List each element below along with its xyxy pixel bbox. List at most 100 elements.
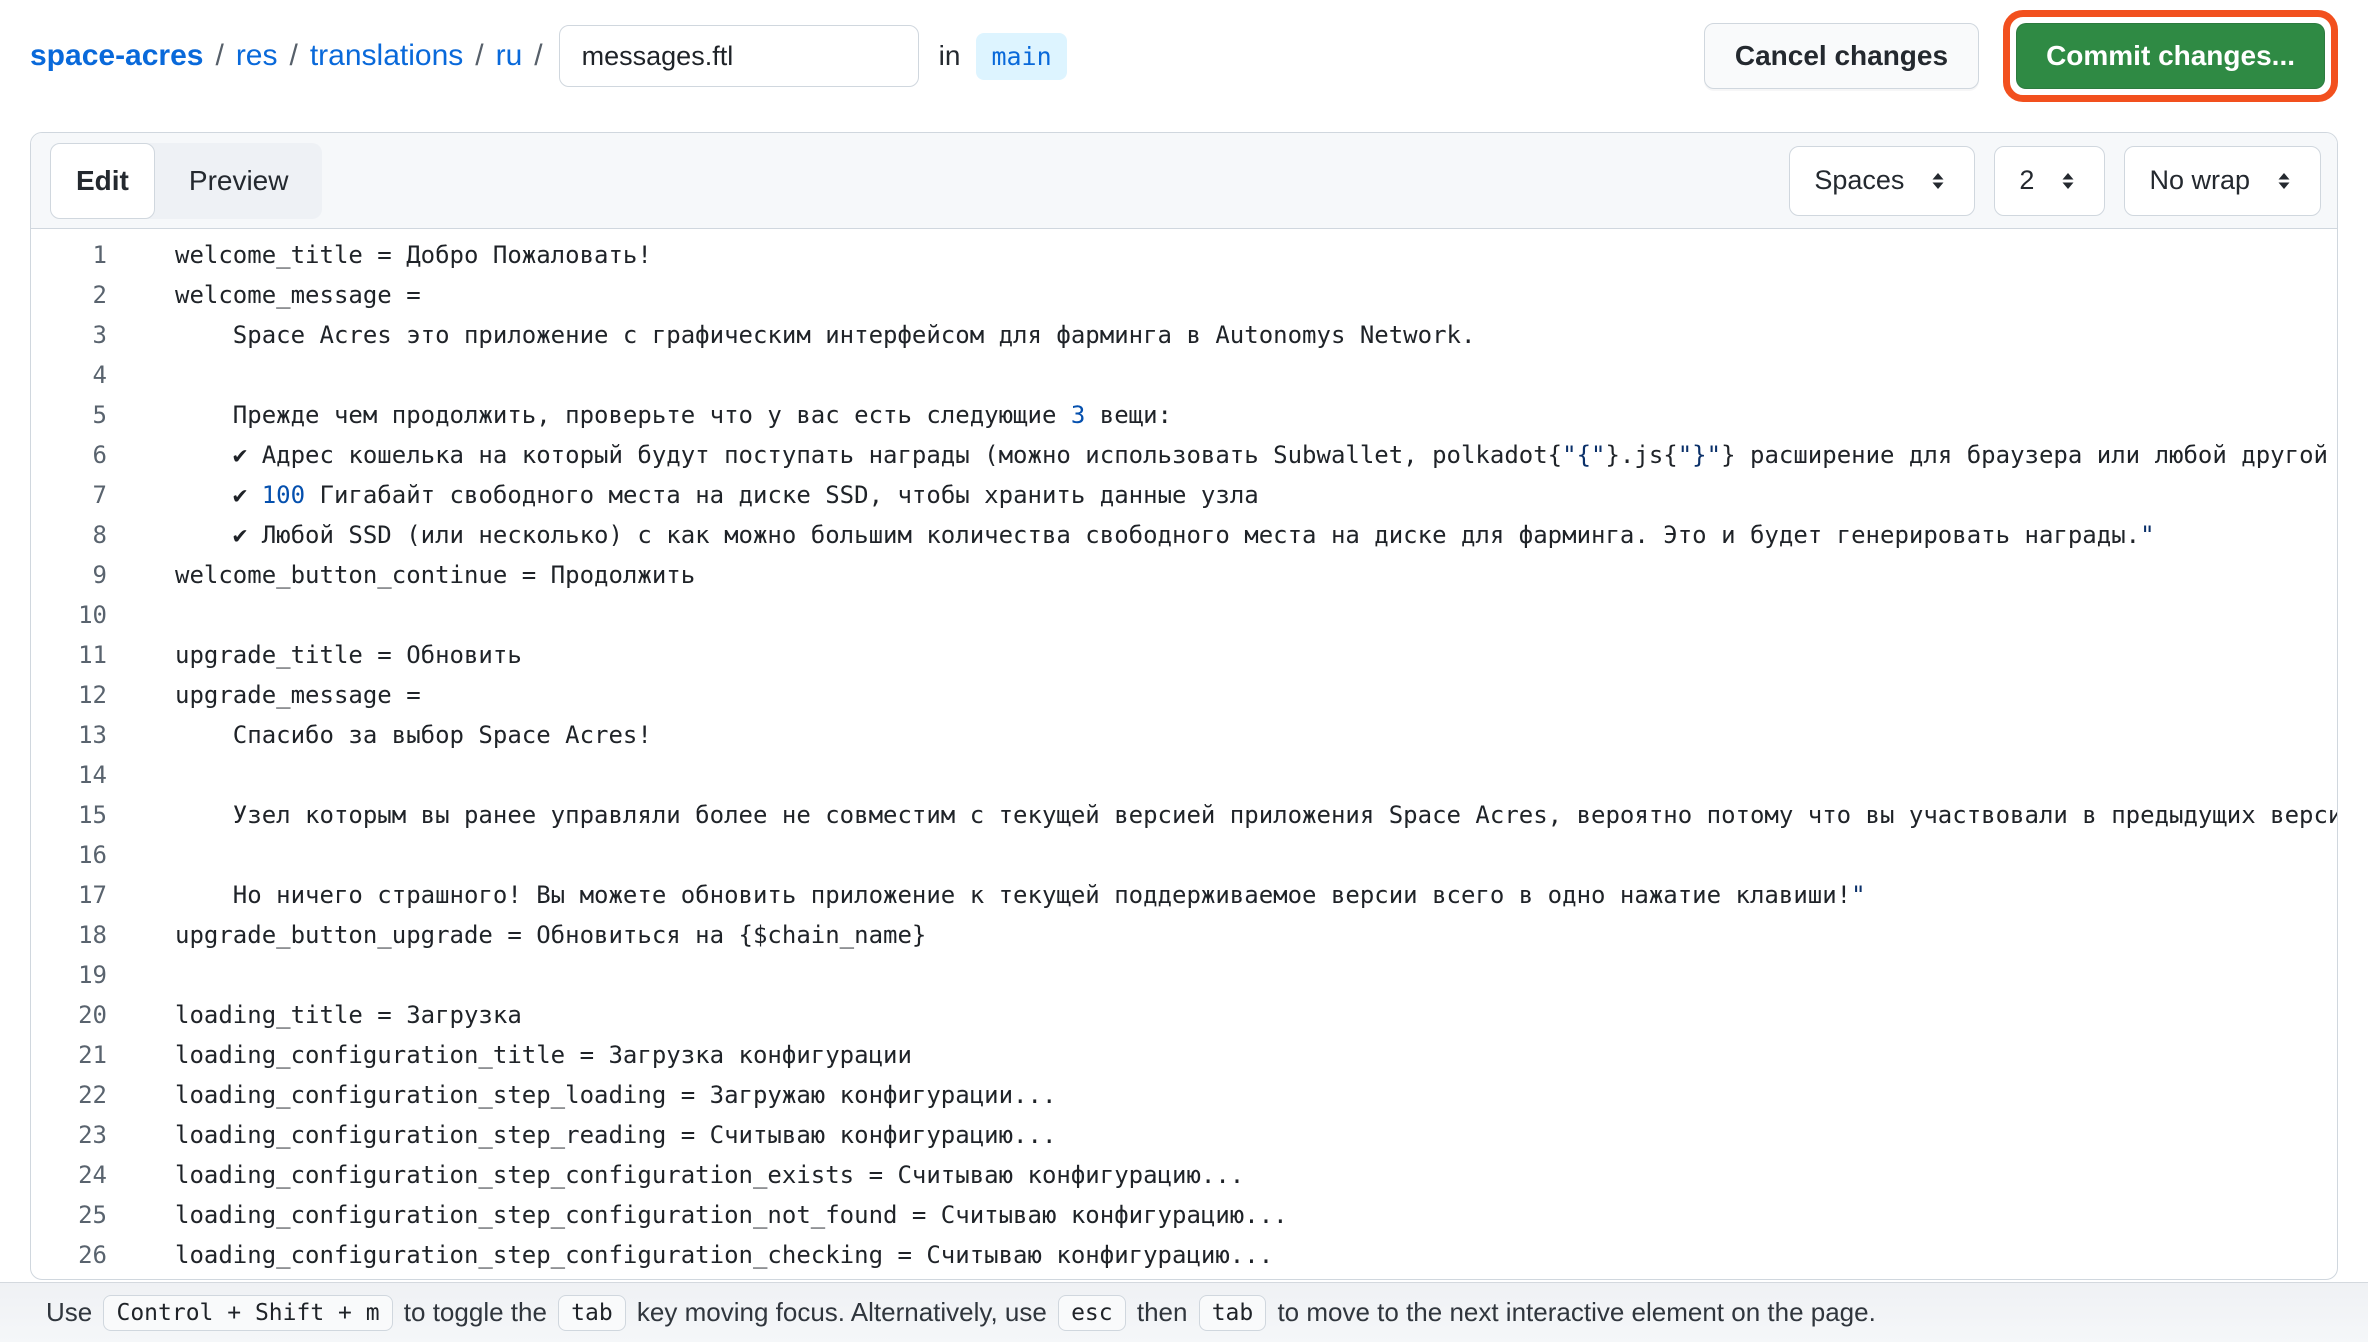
keyboard-shortcut-chip: Control + Shift + m <box>103 1295 392 1331</box>
line-number: 8 <box>31 515 107 555</box>
code-line: 23loading_configuration_step_reading = С… <box>31 1115 2337 1155</box>
code-line: 11upgrade_title = Обновить <box>31 635 2337 675</box>
indent-size-select[interactable]: 2 <box>1994 146 2105 216</box>
wrap-mode-select[interactable]: No wrap <box>2124 146 2321 216</box>
indent-mode-value: Spaces <box>1814 165 1904 196</box>
code-line-text[interactable]: Прежде чем продолжить, проверьте что у в… <box>107 395 2337 435</box>
code-line: 19 <box>31 955 2337 995</box>
code-line: 6 ✔ Адрес кошелька на который будут пост… <box>31 435 2337 475</box>
keyboard-shortcut-chip: esc <box>1058 1295 1126 1331</box>
code-line-text[interactable]: loading_configuration_step_configuration… <box>107 1195 2337 1235</box>
code-line-text[interactable]: loading_configuration_step_configuration… <box>107 1155 2337 1195</box>
chevron-up-down-icon <box>2272 169 2296 193</box>
code-line-text[interactable]: upgrade_message = <box>107 675 2337 715</box>
breadcrumb: space-acres/res/translations/ru/ <box>30 39 555 73</box>
code-line-text[interactable]: Space Acres это приложение с графическим… <box>107 315 2337 355</box>
code-line-text[interactable]: ✔ Адрес кошелька на который будут поступ… <box>107 435 2337 475</box>
cancel-changes-button[interactable]: Cancel changes <box>1704 23 1979 89</box>
code-line-text[interactable] <box>107 355 2337 395</box>
code-line: 14 <box>31 755 2337 795</box>
code-line: 24loading_configuration_step_configurati… <box>31 1155 2337 1195</box>
line-number: 6 <box>31 435 107 475</box>
line-number: 1 <box>31 235 107 275</box>
code-line-text[interactable]: welcome_message = <box>107 275 2337 315</box>
commit-changes-button[interactable]: Commit changes... <box>2016 23 2325 89</box>
breadcrumb-separator: / <box>463 39 495 73</box>
code-line: 5 Прежде чем продолжить, проверьте что у… <box>31 395 2337 435</box>
code-line: 15 Узел которым вы ранее управляли более… <box>31 795 2337 835</box>
keyboard-shortcut-chip: tab <box>1199 1295 1267 1331</box>
line-number: 24 <box>31 1155 107 1195</box>
code-line-text[interactable]: welcome_title = Добро Пожаловать! <box>107 235 2337 275</box>
code-line-text[interactable]: loading_configuration_step_reading = Счи… <box>107 1115 2337 1155</box>
code-line-text[interactable]: Спасибо за выбор Space Acres! <box>107 715 2337 755</box>
footer-text: key moving focus. Alternatively, use <box>630 1297 1054 1328</box>
code-line-text[interactable] <box>107 955 2337 995</box>
code-line-text[interactable]: loading_configuration_step_loading = Заг… <box>107 1075 2337 1115</box>
line-number: 9 <box>31 555 107 595</box>
breadcrumb-separator: / <box>203 39 235 73</box>
code-line: 8 ✔ Любой SSD (или несколько) с как можн… <box>31 515 2337 555</box>
line-number: 2 <box>31 275 107 315</box>
code-line-text[interactable]: Но ничего страшного! Вы можете обновить … <box>107 875 2337 915</box>
in-label: in <box>939 40 961 72</box>
line-number: 12 <box>31 675 107 715</box>
breadcrumb-link-translations[interactable]: translations <box>310 39 463 73</box>
line-number: 22 <box>31 1075 107 1115</box>
code-line: 25loading_configuration_step_configurati… <box>31 1195 2337 1235</box>
code-line-text[interactable]: upgrade_title = Обновить <box>107 635 2337 675</box>
code-line-text[interactable]: upgrade_button_upgrade = Обновиться на {… <box>107 915 2337 955</box>
code-line: 3 Space Acres это приложение с графическ… <box>31 315 2337 355</box>
code-line: 1welcome_title = Добро Пожаловать! <box>31 235 2337 275</box>
line-number: 3 <box>31 315 107 355</box>
code-line: 13 Спасибо за выбор Space Acres! <box>31 715 2337 755</box>
line-number: 17 <box>31 875 107 915</box>
accessibility-footer: Use Control + Shift + m to toggle the ta… <box>0 1282 2368 1342</box>
code-line: 12upgrade_message = <box>31 675 2337 715</box>
code-line: 21loading_configuration_title = Загрузка… <box>31 1035 2337 1075</box>
code-line-text[interactable]: loading_configuration_step_configuration… <box>107 1235 2337 1275</box>
code-line: 4 <box>31 355 2337 395</box>
code-line-text[interactable] <box>107 755 2337 795</box>
code-line-text[interactable]: welcome_button_continue = Продолжить <box>107 555 2337 595</box>
line-number: 23 <box>31 1115 107 1155</box>
annotation-highlight-ring: Commit changes... <box>2003 10 2338 102</box>
tab-preview[interactable]: Preview <box>155 143 323 219</box>
line-number: 7 <box>31 475 107 515</box>
line-number: 21 <box>31 1035 107 1075</box>
chevron-up-down-icon <box>1926 169 1950 193</box>
code-editor[interactable]: 1welcome_title = Добро Пожаловать!2welco… <box>31 229 2337 1279</box>
keyboard-shortcut-chip: tab <box>558 1295 626 1331</box>
footer-text: then <box>1130 1297 1195 1328</box>
line-number: 20 <box>31 995 107 1035</box>
breadcrumb-separator: / <box>522 39 554 73</box>
line-number: 25 <box>31 1195 107 1235</box>
footer-text: to toggle the <box>397 1297 555 1328</box>
editor-toolbar: Edit Preview Spaces 2 No wrap <box>31 133 2337 229</box>
breadcrumb-separator: / <box>278 39 310 73</box>
breadcrumb-link-res[interactable]: res <box>236 39 278 73</box>
code-line-text[interactable] <box>107 595 2337 635</box>
line-number: 14 <box>31 755 107 795</box>
file-editor: Edit Preview Spaces 2 No wrap 1welcome_t… <box>30 132 2338 1280</box>
breadcrumb-link-ru[interactable]: ru <box>496 39 523 73</box>
code-line-text[interactable]: ✔ Любой SSD (или несколько) с как можно … <box>107 515 2337 555</box>
code-line-text[interactable]: loading_title = Загрузка <box>107 995 2337 1035</box>
footer-text: Use <box>46 1297 99 1328</box>
code-line-text[interactable]: loading_configuration_title = Загрузка к… <box>107 1035 2337 1075</box>
tab-edit[interactable]: Edit <box>50 143 155 219</box>
breadcrumb-link-space-acres[interactable]: space-acres <box>30 39 203 73</box>
code-line: 2welcome_message = <box>31 275 2337 315</box>
chevron-up-down-icon <box>2056 169 2080 193</box>
filename-input[interactable] <box>559 25 919 87</box>
line-number: 26 <box>31 1235 107 1275</box>
branch-badge[interactable]: main <box>976 33 1066 80</box>
line-number: 18 <box>31 915 107 955</box>
code-line-text[interactable]: ✔ 100 Гигабайт свободного места на диске… <box>107 475 2337 515</box>
code-line: 22loading_configuration_step_loading = З… <box>31 1075 2337 1115</box>
indent-mode-select[interactable]: Spaces <box>1789 146 1975 216</box>
code-line-text[interactable] <box>107 835 2337 875</box>
code-line-text[interactable]: Узел которым вы ранее управляли более не… <box>107 795 2337 835</box>
editor-settings: Spaces 2 No wrap <box>1789 146 2321 216</box>
code-line: 26loading_configuration_step_configurati… <box>31 1235 2337 1275</box>
